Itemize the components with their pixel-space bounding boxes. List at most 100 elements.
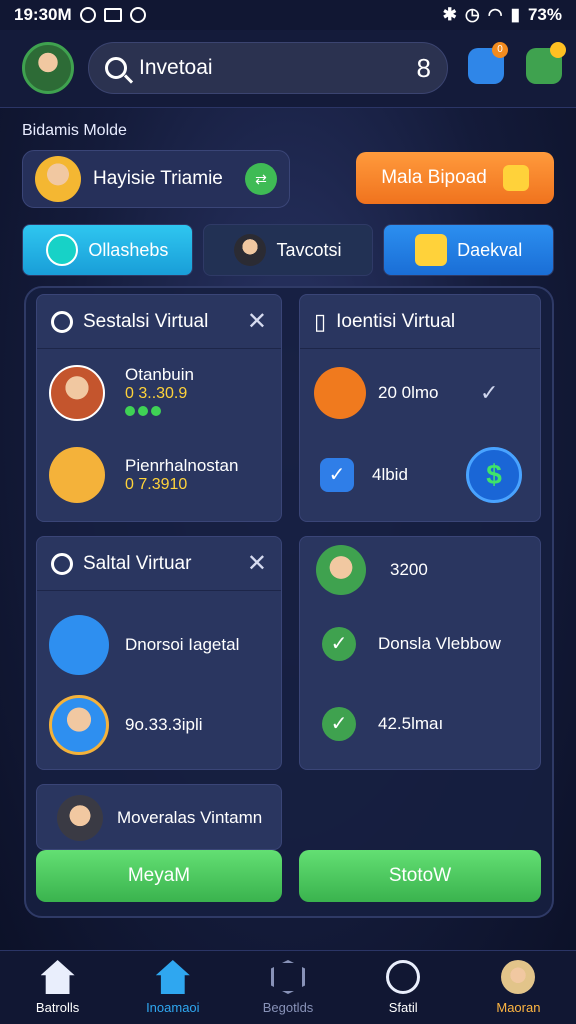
list-item: Moveralas Vintamn — [57, 795, 262, 841]
item-title: Otanbuin — [125, 365, 194, 384]
check-icon: ✓ — [480, 380, 499, 405]
swap-icon[interactable]: ⇄ — [245, 163, 277, 195]
avatar — [57, 795, 103, 841]
card-saltal-virtuar: Saltal Virtuar ✕ Dnorsoi Iagetal 9o.33.3… — [36, 536, 282, 770]
item-value: 4lbid — [372, 465, 408, 484]
avatar — [49, 365, 105, 421]
card-title: Saltal Virtuar — [83, 552, 192, 574]
nav-label: Begotlds — [262, 1000, 314, 1015]
nav-item-sfatil[interactable]: Sfatil — [346, 951, 461, 1024]
dollar-icon[interactable]: $ — [466, 447, 522, 503]
avatar — [35, 156, 81, 202]
message-icon — [103, 8, 122, 22]
settings-dot — [550, 42, 566, 58]
close-icon[interactable]: ✕ — [247, 307, 267, 336]
house-icon — [155, 960, 190, 994]
nav-item-profile[interactable]: Maoran — [461, 951, 576, 1024]
search-badge: 8 — [416, 52, 431, 83]
progress-dots — [125, 403, 194, 421]
tab-label: Daekval — [457, 239, 523, 260]
item-value: 0 3..30.9 — [125, 385, 188, 402]
nav-label: Sfatil — [388, 1000, 418, 1015]
nav-item-inoamaoi[interactable]: Inoamaoi — [115, 951, 230, 1024]
info-icon — [51, 552, 73, 575]
item-value: 3200 — [390, 560, 428, 579]
check-icon[interactable]: ✓ — [322, 707, 356, 741]
bluetooth-icon: ✱ — [442, 5, 457, 24]
card-title: Sestalsi Virtual — [83, 310, 209, 332]
tools-icon — [49, 615, 109, 675]
list-item[interactable]: 9o.33.3ipli — [49, 695, 203, 755]
card-title: Moveralas Vintamn — [117, 808, 263, 827]
tab-ollashebs[interactable]: Ollashebs — [22, 224, 193, 276]
profile-icon — [501, 960, 536, 994]
profile-name: Hayisie Triamie — [93, 168, 223, 189]
tab-label: Tavcotsi — [276, 239, 342, 260]
close-icon[interactable]: ✕ — [247, 549, 267, 578]
user-avatar[interactable] — [22, 42, 74, 94]
hexagon-icon — [271, 960, 305, 994]
tab-label: Ollashebs — [88, 239, 169, 260]
item-title: Pienrhalnostan — [125, 456, 239, 475]
settings-icon[interactable] — [526, 42, 566, 84]
search-bar[interactable]: Invetoai 8 — [88, 42, 448, 94]
home-icon — [40, 960, 75, 994]
checkbox-icon[interactable]: ✓ — [320, 458, 354, 492]
chat-icon — [46, 234, 79, 266]
list-item[interactable]: ✓ 4lbid $ — [320, 447, 522, 503]
section-title: Bidamis Molde — [22, 122, 127, 139]
nav-label: Inoamaoi — [146, 1000, 200, 1015]
item-value: 0 7.3910 — [125, 476, 188, 493]
list-item[interactable]: Otanbuin 0 3..30.9 — [49, 365, 194, 421]
list-item[interactable]: ✓ Donsla Vlebbow — [322, 627, 501, 661]
avatar — [49, 695, 109, 755]
list-item[interactable]: Dnorsoi Iagetal — [49, 615, 239, 675]
tab-daekval[interactable]: Daekval — [383, 224, 555, 276]
card-ioentisi-virtual: ▯ Ioentisi Virtual 20 0lmo ✓ ✓ 4lbid $ — [299, 294, 541, 522]
nav-label: Batrolls — [35, 1000, 80, 1015]
search-input[interactable]: Invetoai — [139, 56, 417, 80]
notifications-icon[interactable]: 0 — [468, 42, 508, 84]
tab-tavcotsi[interactable]: Tavcotsi — [202, 224, 374, 276]
right-action-button[interactable]: StotoW — [299, 850, 541, 902]
nav-item-home[interactable]: Batrolls — [0, 951, 115, 1024]
nav-item-begotlds[interactable]: Begotlds — [230, 951, 345, 1024]
item-value: 20 0lmo — [378, 383, 439, 402]
card-moveralas-vintamn[interactable]: Moveralas Vintamn — [36, 784, 282, 850]
status-time: 19:30M — [14, 5, 72, 24]
person-icon — [234, 234, 267, 266]
avatar — [316, 545, 366, 595]
columns-icon: ▯ — [314, 308, 327, 334]
status-bar: 19:30M ✱ ◷ ◠ ▮ 73% — [0, 0, 576, 30]
signal-icon: ▮ — [510, 5, 520, 24]
shield-icon — [502, 165, 529, 191]
notification-count: 0 — [492, 42, 508, 58]
left-action-button[interactable]: MeyaM — [36, 850, 282, 902]
item-value: 9o.33.3ipli — [125, 715, 203, 734]
card-sestalsi-virtual: Sestalsi Virtual ✕ Otanbuin 0 3..30.9 Pi… — [36, 294, 282, 522]
bottom-nav: Batrolls Inoamaoi Begotlds Sfatil Maoran — [0, 950, 576, 1024]
list-item[interactable]: 20 0lmo ✓ — [314, 367, 498, 419]
battery-level: 73% — [527, 5, 562, 24]
sync-icon — [79, 7, 96, 23]
check-icon[interactable]: ✓ — [322, 627, 356, 661]
primary-action-label: Mala Bipoad — [381, 167, 487, 188]
tab-bar: Ollashebs Tavcotsi Daekval — [22, 224, 555, 276]
lock-icon — [314, 367, 366, 419]
search-icon — [105, 57, 127, 79]
item-title: Donsla Vlebbow — [378, 634, 501, 653]
document-icon — [49, 447, 105, 503]
primary-action-button[interactable]: Mala Bipoad — [356, 152, 554, 204]
list-item[interactable]: Pienrhalnostan 0 7.3910 — [49, 447, 238, 503]
top-bar: Invetoai 8 0 — [0, 30, 576, 108]
nav-label: Maoran — [496, 1000, 541, 1015]
profile-pill[interactable]: Hayisie Triamie ⇄ — [22, 150, 290, 208]
card-balances: 3200 ✓ Donsla Vlebbow ✓ 42.5lmaı — [299, 536, 541, 770]
alarm-icon: ◷ — [464, 5, 480, 24]
info-icon — [51, 310, 73, 333]
item-title: Dnorsoi Iagetal — [125, 635, 240, 654]
list-item[interactable]: 3200 — [316, 545, 428, 595]
item-value: 42.5lmaı — [378, 714, 444, 733]
list-item[interactable]: ✓ 42.5lmaı — [322, 707, 443, 741]
play-icon — [129, 7, 146, 23]
